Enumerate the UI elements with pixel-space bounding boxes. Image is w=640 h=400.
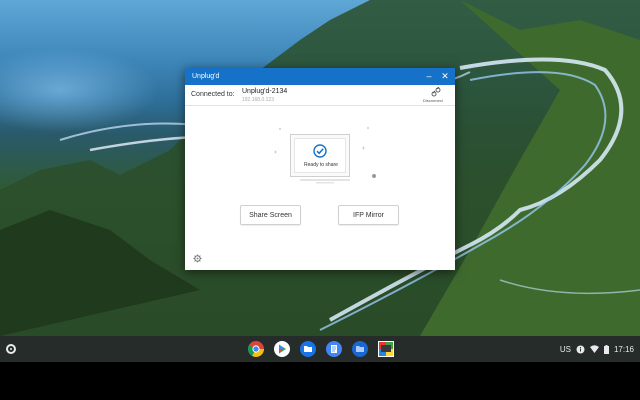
- gear-icon[interactable]: [193, 254, 202, 263]
- minimize-button[interactable]: –: [423, 70, 435, 82]
- ready-status: Ready to share: [304, 162, 338, 168]
- connected-to-label: Connected to:: [191, 91, 235, 98]
- launcher-icon[interactable]: [6, 344, 16, 354]
- shelf: US 17:16: [0, 336, 640, 362]
- status-tray[interactable]: US 17:16: [560, 341, 634, 357]
- screen-bottom-border: [0, 362, 640, 400]
- wifi-icon: [589, 345, 599, 353]
- disconnect-label[interactable]: Disconnect: [423, 98, 443, 103]
- connection-bar: Connected to: Unplug'd-2134 192.168.0.12…: [185, 85, 455, 106]
- check-circle-icon: [313, 144, 327, 158]
- device-name: Unplug'd-2134: [242, 88, 288, 95]
- monitor-graphic: Ready to share: [290, 134, 350, 177]
- play-store-icon[interactable]: [272, 339, 292, 359]
- device-ip: 192.168.0.123: [242, 97, 274, 103]
- close-icon[interactable]: ✕: [439, 70, 451, 82]
- disconnect-icon[interactable]: [431, 87, 441, 97]
- ifp-mirror-button[interactable]: IFP Mirror: [338, 205, 399, 225]
- input-method-label[interactable]: US: [560, 345, 571, 354]
- share-screen-button[interactable]: Share Screen: [240, 205, 301, 225]
- docs-icon[interactable]: [324, 339, 344, 359]
- unplugd-window: Unplug'd – ✕ Connected to: Unplug'd-2134…: [185, 68, 455, 270]
- monitor-screen: Ready to share: [294, 138, 346, 173]
- window-titlebar[interactable]: Unplug'd – ✕: [185, 68, 455, 85]
- files-icon[interactable]: [298, 339, 318, 359]
- window-title: Unplug'd: [192, 73, 220, 80]
- files-folder-icon[interactable]: [350, 339, 370, 359]
- battery-icon: [603, 344, 609, 354]
- info-icon: [576, 345, 585, 353]
- shelf-apps: [246, 339, 396, 359]
- clock[interactable]: 17:16: [614, 345, 634, 354]
- chrome-icon[interactable]: [246, 339, 266, 359]
- unplugd-app-icon[interactable]: [376, 339, 396, 359]
